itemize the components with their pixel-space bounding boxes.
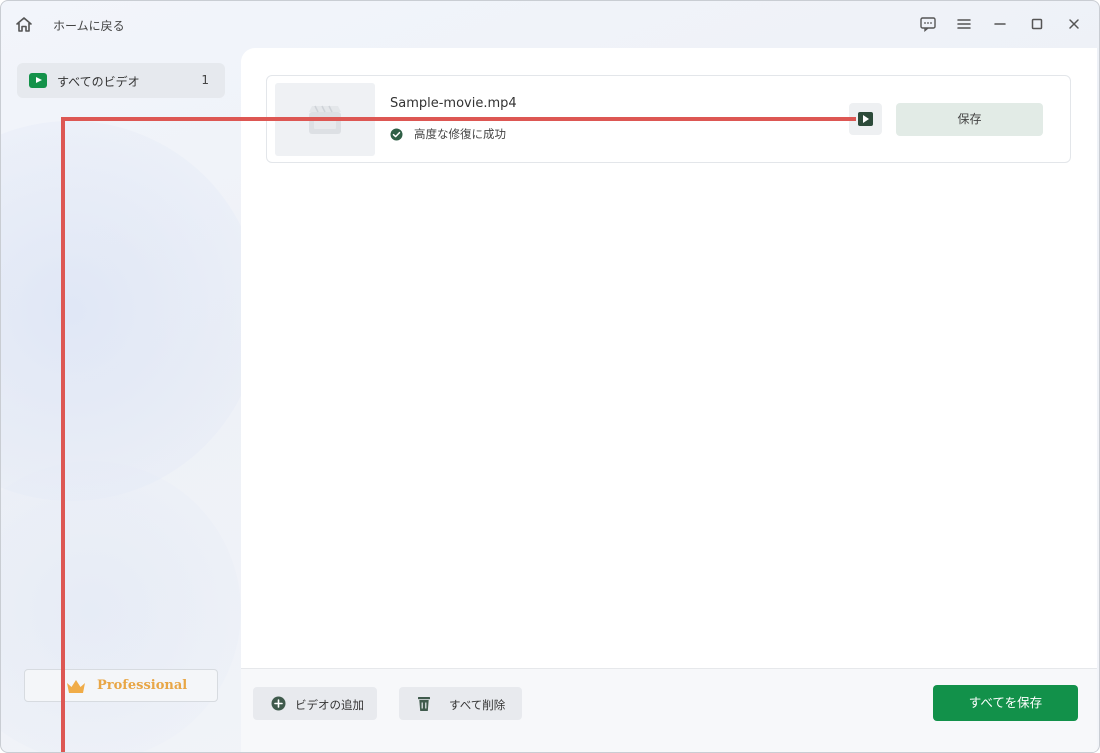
add-video-label: ビデオの追加 [295,698,364,712]
home-icon[interactable] [13,14,35,36]
check-circle-icon [390,126,403,141]
app-window: ホームに戻る すべてのビデオ 1 Professional Sample-mov… [0,0,1100,753]
repair-status-text: 高度な修復に成功 [414,127,506,141]
play-icon [858,112,873,126]
maximize-icon[interactable] [1027,14,1047,34]
close-icon[interactable] [1064,14,1084,34]
main-panel: Sample-movie.mp4 高度な修復に成功 保存 ビデオの追加 すべて削… [241,48,1097,752]
title-bar: ホームに戻る [1,1,1099,47]
back-to-home-link[interactable]: ホームに戻る [53,17,125,34]
save-all-button[interactable]: すべてを保存 [933,685,1078,721]
video-play-icon [29,73,47,88]
feedback-icon[interactable] [918,14,938,34]
minimize-icon[interactable] [990,14,1010,34]
video-file-name: Sample-movie.mp4 [390,96,517,111]
background-decoration [1,461,241,752]
save-button[interactable]: 保存 [896,103,1043,136]
background-decoration [1,121,261,501]
menu-icon[interactable] [954,14,974,34]
professional-label: Professional [97,678,188,693]
sidebar-item-count: 1 [201,73,209,87]
trash-icon [417,695,431,712]
annotation-line-vertical [61,117,65,752]
sidebar-item-label: すべてのビデオ [57,75,140,89]
delete-all-button[interactable]: すべて削除 [399,687,522,720]
delete-all-label: すべて削除 [449,698,506,712]
bottom-toolbar: ビデオの追加 すべて削除 すべてを保存 [241,668,1097,752]
professional-button[interactable]: Professional [24,669,218,702]
add-circle-icon [271,696,286,711]
sidebar-item-all-videos[interactable]: すべてのビデオ 1 [17,63,225,98]
crown-icon [65,678,87,695]
annotation-line-horizontal [61,117,856,121]
add-video-button[interactable]: ビデオの追加 [253,687,377,720]
